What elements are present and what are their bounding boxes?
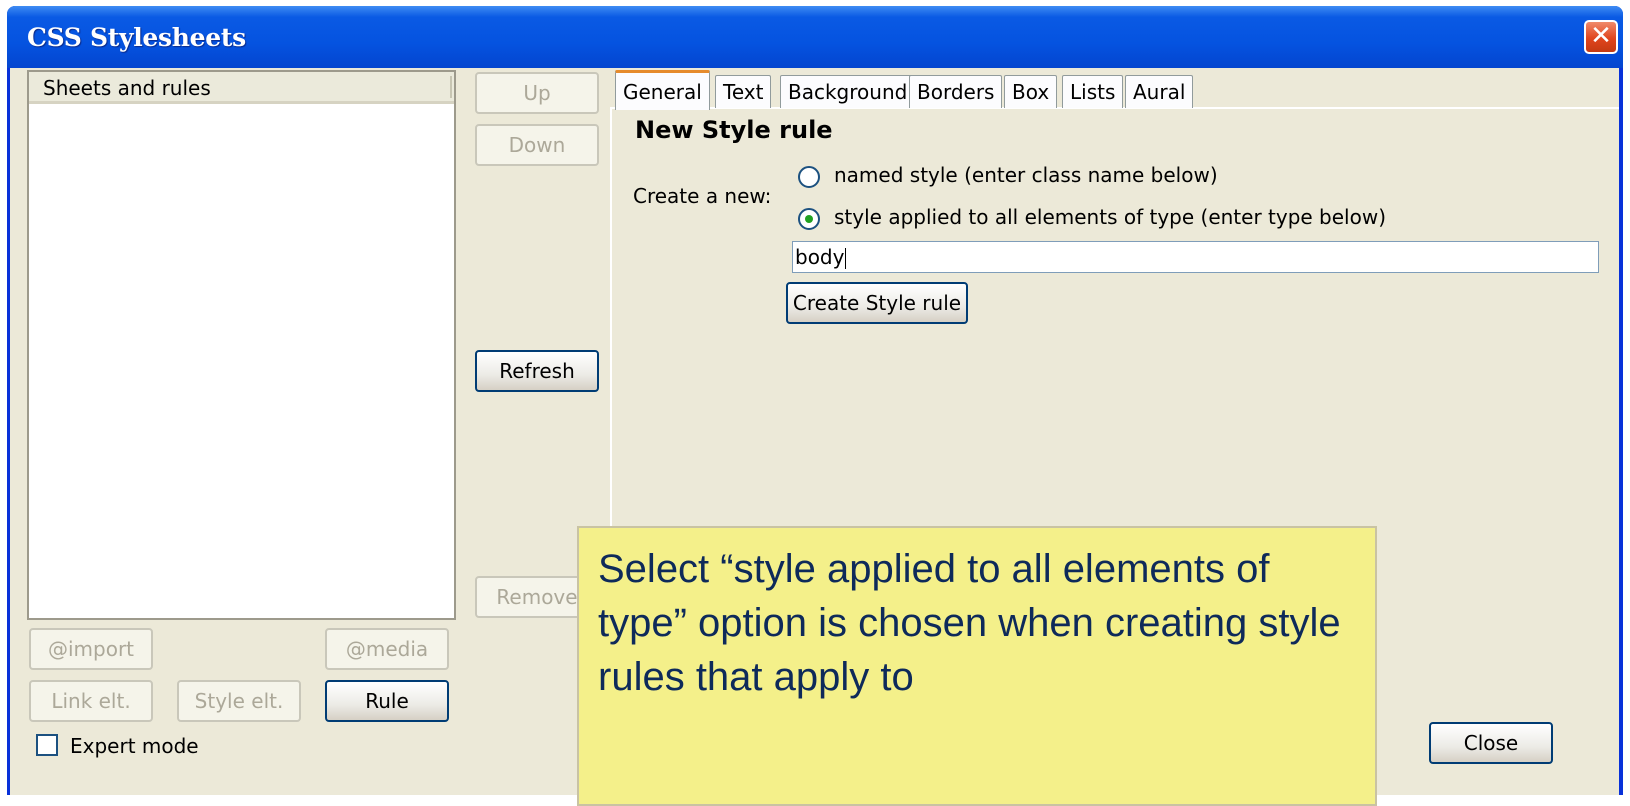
close-icon[interactable]: ✕ — [1584, 20, 1618, 54]
named-style-radio[interactable] — [798, 166, 820, 188]
refresh-button[interactable]: Refresh — [475, 350, 599, 392]
tab-box[interactable]: Box — [1004, 75, 1058, 108]
element-type-input[interactable]: body — [792, 241, 1599, 273]
expert-mode-label: Expert mode — [70, 734, 199, 758]
element-type-input-value: body — [795, 245, 845, 269]
title-bar[interactable]: CSS Stylesheets ✕ — [7, 6, 1623, 68]
tab-text[interactable]: Text — [715, 75, 772, 108]
tab-background[interactable]: Background — [780, 75, 916, 108]
media-button[interactable]: @media — [325, 628, 449, 670]
named-style-radio-label[interactable]: named style (enter class name below) — [834, 163, 1218, 187]
tab-lists[interactable]: Lists — [1062, 75, 1124, 108]
tree-header-label: Sheets and rules — [43, 76, 211, 100]
up-button[interactable]: Up — [475, 72, 599, 114]
tab-general[interactable]: General — [615, 70, 710, 110]
text-caret — [845, 248, 847, 269]
tab-aural[interactable]: Aural — [1125, 75, 1194, 108]
sheets-rules-tree[interactable]: Sheets and rules — [27, 70, 456, 620]
down-button[interactable]: Down — [475, 124, 599, 166]
tree-header[interactable]: Sheets and rules — [29, 72, 454, 104]
create-new-label: Create a new: — [633, 184, 772, 208]
link-element-button[interactable]: Link elt. — [29, 680, 153, 722]
type-style-radio[interactable] — [798, 208, 820, 230]
radio-selected-dot — [805, 215, 813, 223]
window-title: CSS Stylesheets — [27, 23, 246, 52]
column-divider[interactable] — [450, 76, 452, 98]
section-heading: New Style rule — [635, 116, 833, 144]
expert-mode-checkbox[interactable] — [36, 734, 58, 756]
import-button[interactable]: @import — [29, 628, 153, 670]
style-element-button[interactable]: Style elt. — [177, 680, 301, 722]
callout-text: Select “style applied to all elements of… — [598, 547, 1341, 699]
tutorial-callout: Select “style applied to all elements of… — [577, 526, 1377, 806]
rule-button[interactable]: Rule — [325, 680, 449, 722]
type-style-radio-label[interactable]: style applied to all elements of type (e… — [834, 205, 1386, 229]
close-button[interactable]: Close — [1429, 722, 1553, 764]
tab-borders[interactable]: Borders — [909, 75, 1003, 108]
create-style-rule-button[interactable]: Create Style rule — [786, 282, 968, 324]
